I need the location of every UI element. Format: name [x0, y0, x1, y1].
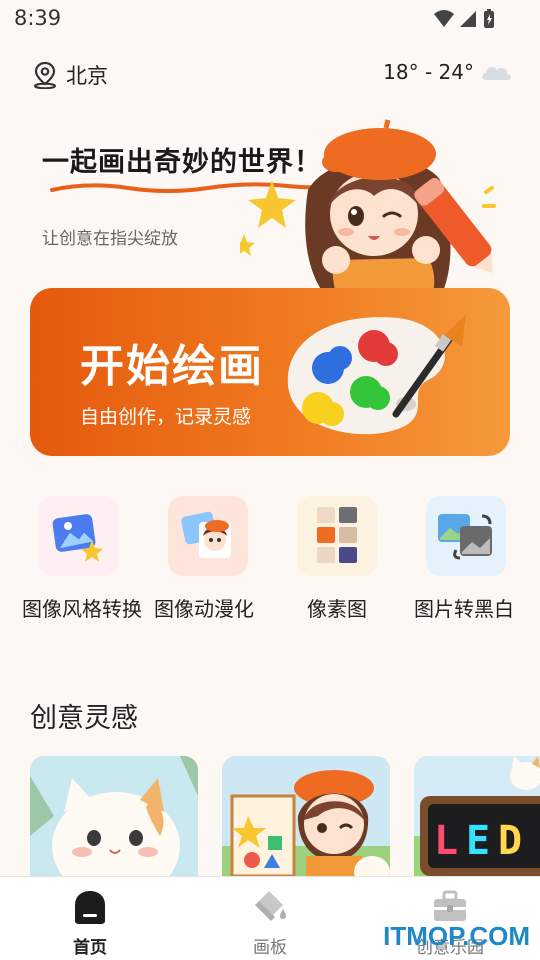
tab-canvas[interactable]: 画板	[210, 889, 330, 958]
inspiration-card-painter[interactable]	[222, 756, 390, 878]
led-sign-illustration: L E D	[414, 756, 540, 878]
temperature-range: 18° - 24°	[383, 60, 474, 84]
svg-text:L: L	[434, 818, 458, 864]
location-text: 北京	[66, 64, 108, 88]
tool-style-transfer-label: 图像风格转换	[22, 597, 142, 621]
status-bar: 8:39	[0, 0, 540, 38]
cloud-icon	[482, 67, 511, 80]
location-selector[interactable]: 北京	[32, 60, 108, 90]
watermark: ITMOP.COM	[383, 921, 530, 951]
tool-anime-label: 图像动漫化	[154, 597, 254, 621]
pixel-grid-icon	[297, 496, 377, 576]
girl-illustration	[240, 119, 496, 290]
tab-home-label: 首页	[73, 938, 107, 958]
tool-grid: 图像风格转换 图像动漫化 像素图 图片转黑白	[0, 496, 540, 666]
svg-text:D: D	[498, 818, 522, 864]
paint-bucket-icon	[255, 891, 286, 921]
style-transfer-icon	[38, 496, 118, 576]
status-time: 8:39	[14, 6, 62, 30]
inspiration-card-cat[interactable]	[30, 756, 198, 878]
tool-pixel[interactable]: 像素图	[273, 496, 401, 622]
hero-subtitle: 让创意在指尖绽放	[42, 229, 178, 249]
battery-icon	[484, 9, 494, 28]
weather-widget: 18° - 24°	[383, 60, 512, 84]
signal-icon	[460, 11, 476, 27]
start-painting-card[interactable]: 开始绘画 自由创作，记录灵感	[30, 288, 510, 456]
tool-anime[interactable]: 图像动漫化	[144, 496, 272, 622]
svg-text:E: E	[466, 818, 490, 864]
hero-banner: 一起画出奇妙的世界！ 让创意在指尖绽放	[0, 100, 540, 290]
tab-home[interactable]: 首页	[30, 889, 150, 958]
bottom-tab-bar: 首页 画板 创意乐园 ITMOP.COM	[0, 876, 540, 960]
cat-illustration	[30, 756, 198, 878]
inspiration-card-led[interactable]: L E D	[414, 756, 540, 878]
palette-icon	[287, 314, 466, 435]
wifi-icon	[434, 10, 454, 27]
tool-bw-label: 图片转黑白	[414, 597, 514, 621]
start-painting-title: 开始绘画	[80, 341, 264, 392]
painter-girl-illustration	[222, 756, 390, 878]
tool-pixel-label: 像素图	[307, 597, 367, 621]
location-pin-icon	[34, 61, 56, 89]
black-white-icon	[426, 496, 506, 576]
tab-canvas-label: 画板	[253, 938, 287, 958]
tool-bw[interactable]: 图片转黑白	[402, 496, 530, 622]
toolbox-icon	[434, 890, 466, 921]
topbar: 北京 18° - 24°	[0, 52, 540, 96]
tool-style-transfer[interactable]: 图像风格转换	[14, 496, 142, 622]
home-icon	[75, 891, 105, 924]
status-icons	[434, 9, 494, 28]
section-title: 创意灵感	[30, 703, 138, 734]
anime-icon	[168, 496, 248, 576]
start-painting-subtitle: 自由创作，记录灵感	[80, 406, 252, 428]
inspiration-cards: L E D	[0, 756, 540, 878]
